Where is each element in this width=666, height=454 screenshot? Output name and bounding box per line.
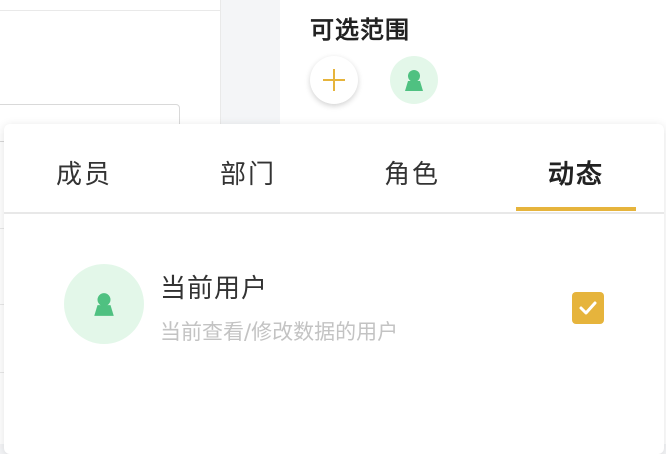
tab-departments[interactable]: 部门 bbox=[220, 154, 276, 191]
divider bbox=[0, 10, 220, 11]
option-checkbox[interactable] bbox=[572, 292, 604, 324]
list-item-current-user[interactable]: 当前用户 当前查看/修改数据的用户 bbox=[4, 254, 664, 354]
option-description: 当前查看/修改数据的用户 bbox=[160, 320, 399, 344]
checkmark-icon bbox=[579, 301, 597, 315]
scope-title: 可选范围 bbox=[310, 16, 410, 44]
tab-roles[interactable]: 角色 bbox=[384, 154, 440, 191]
tab-bar: 成员 部门 角色 动态 bbox=[4, 124, 664, 214]
user-icon bbox=[405, 70, 423, 91]
tab-members[interactable]: 成员 bbox=[56, 154, 112, 191]
tab-dynamic[interactable]: 动态 bbox=[548, 154, 604, 191]
plus-icon bbox=[323, 69, 345, 91]
option-title: 当前用户 bbox=[160, 274, 269, 304]
add-scope-button[interactable] bbox=[310, 56, 358, 104]
user-icon bbox=[94, 293, 114, 316]
active-tab-indicator bbox=[516, 207, 636, 211]
scope-selector-popover: 成员 部门 角色 动态 当前用户 当前查看/修改数据的用户 bbox=[4, 124, 664, 454]
scope-member-avatar[interactable] bbox=[390, 56, 438, 104]
avatar bbox=[64, 264, 144, 344]
